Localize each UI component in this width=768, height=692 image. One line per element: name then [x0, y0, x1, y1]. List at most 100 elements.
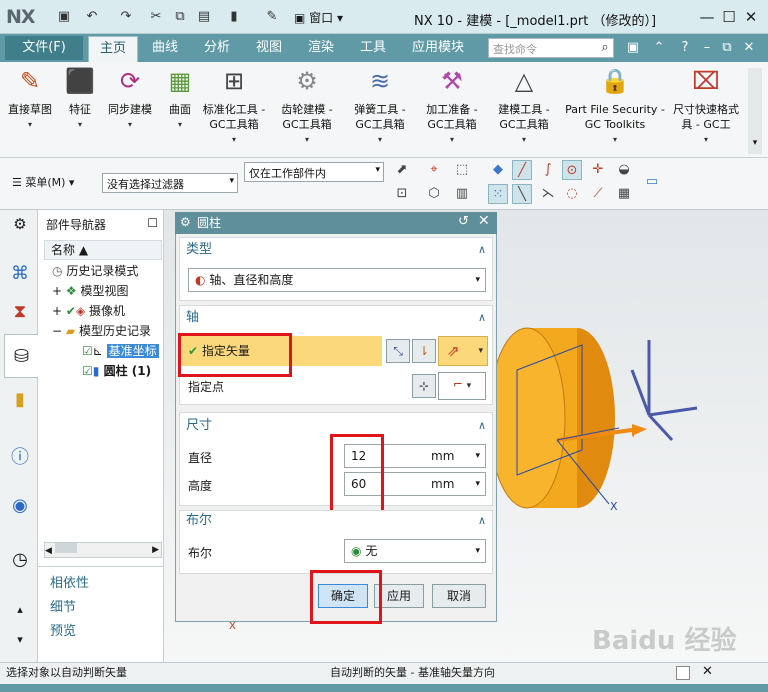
save-icon[interactable]: ▣ [56, 9, 72, 25]
repeat-command-icon[interactable]: ✎ [264, 9, 280, 25]
close-button[interactable]: ✕ [740, 6, 762, 28]
component-select-icon[interactable]: ⊡ [392, 184, 412, 204]
touch-mode-icon[interactable]: ▮ [226, 9, 242, 25]
cut-icon[interactable]: ✂ [148, 9, 164, 25]
select-tool-icon[interactable]: ⬈ [392, 160, 412, 180]
status-close-icon[interactable]: ✕ [702, 664, 713, 679]
history-clock-icon[interactable]: ◷ [8, 548, 32, 572]
type-dropdown[interactable]: ◐ 轴、直径和高度 ▾ [188, 268, 486, 292]
boolean-dropdown[interactable]: ◉ 无 ▾ [344, 539, 486, 563]
ribbon-surface[interactable]: ▦ 曲面 ▾ [160, 66, 200, 132]
tab-render[interactable]: 渲染 [298, 36, 344, 62]
quadrant-point-icon[interactable]: ◌ [562, 184, 582, 204]
search-icon[interactable]: ⌕ [596, 39, 614, 57]
dialog-settings-icon[interactable]: ⚙ [180, 215, 191, 229]
assembly-tool-icon[interactable]: ⬡ [424, 184, 444, 204]
panel-preview[interactable]: 预览 [50, 620, 76, 639]
scroll-down-icon[interactable]: ▾ [8, 628, 32, 652]
ribbon-direct-sketch[interactable]: ✎ 直接草图 ▾ [2, 66, 58, 132]
tab-analysis[interactable]: 分析 [194, 36, 240, 62]
help-icon[interactable]: ? [676, 39, 694, 57]
dimensions-section-header[interactable]: 尺寸 ∧ [180, 416, 492, 436]
boolean-section-header[interactable]: 布尔 ∧ [180, 511, 492, 531]
undo-icon[interactable]: ↶ [84, 9, 100, 25]
constraint-navigator-icon[interactable]: ⧗ [8, 300, 32, 324]
ribbon-part-file-security[interactable]: 🔒 Part File Security - GC Toolkits ▾ [562, 66, 668, 147]
ribbon-spring-tools[interactable]: ≋ 弹簧工具 - GC工具箱 ▾ [346, 66, 414, 147]
assembly-navigator-icon[interactable]: ⌘ [8, 262, 32, 286]
info-icon[interactable]: ⓘ [8, 446, 32, 470]
cross-point-icon[interactable]: ✛ [588, 160, 608, 180]
ribbon-gear-modeling[interactable]: ⚙ 齿轮建模 - GC工具箱 ▾ [272, 66, 342, 147]
cancel-button[interactable]: 取消 [432, 584, 486, 608]
vector-dialog-icon[interactable]: ⇂ [412, 339, 436, 363]
reuse-library-icon[interactable]: ▮ [8, 388, 32, 412]
navigator-maximize-icon[interactable]: ☐ [147, 216, 158, 230]
nav-item-history-mode[interactable]: ◷ 历史记录模式 [52, 262, 138, 280]
type-section-header[interactable]: 类型 ∧ [180, 240, 492, 260]
minimize-button[interactable]: — [696, 6, 718, 28]
scroll-up-icon[interactable]: ▴ [8, 598, 32, 622]
doc-minimize-icon[interactable]: – [698, 39, 716, 57]
ribbon-scroll-button[interactable]: ▾ [748, 68, 762, 154]
view-orient-icon[interactable]: ▭ [642, 172, 662, 192]
copy-icon[interactable]: ⧉ [172, 9, 188, 25]
window-menu[interactable]: ▣ 窗口 ▾ [294, 9, 343, 26]
maximize-button[interactable]: ☐ [718, 6, 740, 28]
inferred-point-dropdown[interactable]: ⌐ ▾ [438, 372, 486, 400]
dialog-reset-icon[interactable]: ↺ [458, 214, 469, 229]
selection-scope-dropdown[interactable]: 仅在工作部件内 ▾ [244, 162, 384, 182]
snap-tool-icon[interactable]: ⌖ [424, 160, 444, 180]
file-menu-button[interactable]: 文件(F) [5, 36, 83, 60]
redo-icon[interactable]: ↷ [118, 9, 134, 25]
reverse-direction-icon[interactable]: ⤡ [386, 339, 410, 363]
ribbon-machining-prep[interactable]: ⚒ 加工准备 - GC工具箱 ▾ [418, 66, 486, 147]
panel-dependencies[interactable]: 相依性 [50, 572, 89, 591]
ribbon-modeling-tools[interactable]: △ 建模工具 - GC工具箱 ▾ [490, 66, 558, 147]
nav-item-cameras[interactable]: + ✔◈ 摄像机 [52, 302, 125, 320]
part-navigator-tab-icon[interactable]: ⛁ [4, 334, 38, 378]
settings-gear-icon[interactable]: ⚙ [8, 212, 32, 236]
tab-home[interactable]: 主页 [88, 36, 138, 62]
snap-settings-icon[interactable]: ◒ [614, 160, 634, 180]
ribbon-synchronous-modeling[interactable]: ⟳ 同步建模 ▾ [104, 66, 156, 132]
ribbon-dimension-format[interactable]: ⌧ 尺寸快速格式具 - GC工 ▾ [670, 66, 742, 147]
end-point-icon[interactable]: ╲ [512, 184, 532, 204]
ribbon-standard-tools[interactable]: ⊞ 标准化工具 - GC工具箱 ▾ [200, 66, 268, 147]
window-switch-icon[interactable]: ▣ [624, 39, 642, 57]
curve-snap-icon[interactable]: ∫ [538, 160, 558, 180]
menu-button[interactable]: ☰ 菜单(M) ▾ [12, 174, 74, 190]
nav-item-model-history[interactable]: − ▰ 模型历史记录 [52, 322, 151, 340]
collapse-ribbon-icon[interactable]: ⌃ [650, 39, 668, 57]
panel-details[interactable]: 细节 [50, 596, 76, 615]
cube-icon[interactable]: ◆ [488, 160, 508, 180]
point-on-curve-icon[interactable]: ⟋ [588, 184, 608, 204]
nav-item-datum-csys[interactable]: ☑⊾ 基准坐标 [82, 342, 162, 360]
doc-close-icon[interactable]: ✕ [740, 39, 758, 57]
rectangle-select-icon[interactable]: ⬚ [452, 160, 472, 180]
center-point-icon[interactable]: ⊙ [562, 160, 582, 180]
axis-section-header[interactable]: 轴 ∧ [180, 308, 492, 328]
selection-filter-dropdown[interactable]: 没有选择过滤器 ▾ [102, 173, 238, 193]
nav-item-cylinder[interactable]: ☑▮ 圆柱 (1) [82, 362, 151, 380]
paste-icon[interactable]: ▤ [196, 9, 212, 25]
point-grid-icon[interactable]: ⁙ [488, 184, 508, 204]
tab-tools[interactable]: 工具 [350, 36, 396, 62]
nav-item-model-views[interactable]: + ❖ 模型视图 [52, 282, 128, 300]
dialog-close-icon[interactable]: ✕ [478, 213, 490, 229]
grid-snap-icon[interactable]: ▦ [614, 184, 634, 204]
body-tool-icon[interactable]: ▥ [452, 184, 472, 204]
intersection-icon[interactable]: ⋋ [538, 184, 558, 204]
tab-curve[interactable]: 曲线 [142, 36, 188, 62]
column-header-name[interactable]: 名称 ▲ [44, 240, 162, 260]
web-browser-icon[interactable]: ◉ [8, 494, 32, 518]
navigator-horizontal-scrollbar[interactable]: ◀ ▶ [44, 542, 162, 558]
doc-restore-icon[interactable]: ⧉ [718, 39, 736, 57]
inferred-vector-dropdown[interactable]: ⇗ ▾ [438, 336, 488, 366]
status-indicator-icon[interactable] [676, 666, 690, 680]
line-snap-icon[interactable]: ╱ [512, 160, 532, 180]
ribbon-feature[interactable]: ⬛ 特征 ▾ [58, 66, 102, 132]
tab-applications[interactable]: 应用模块 [404, 36, 472, 62]
point-dialog-icon[interactable]: ⊹ [412, 374, 436, 398]
tab-view[interactable]: 视图 [246, 36, 292, 62]
